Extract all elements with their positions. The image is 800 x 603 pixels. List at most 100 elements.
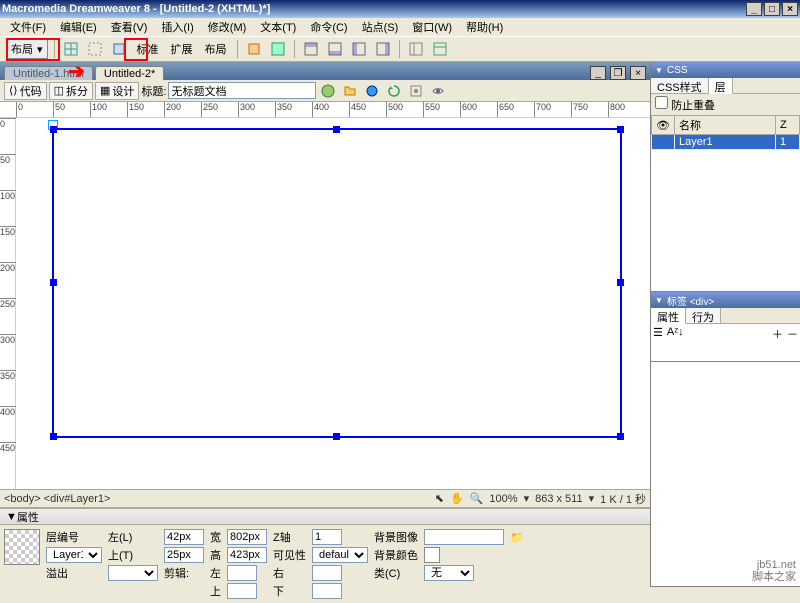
visual-aids-icon[interactable] xyxy=(428,81,448,101)
ruler-vertical: 050100150200250300350400450 xyxy=(0,118,16,489)
table-icon[interactable] xyxy=(61,39,81,59)
document-tabs: Untitled-1.html Untitled-2* _ ❐ × xyxy=(0,62,650,80)
tag-selector[interactable]: <body> <div#Layer1> xyxy=(4,493,110,505)
chevron-down-icon: ▾ xyxy=(37,43,43,56)
bgcolor-swatch[interactable] xyxy=(424,547,440,563)
minimize-button[interactable]: _ xyxy=(746,2,762,16)
col-z[interactable]: Z xyxy=(776,116,800,135)
left-input[interactable] xyxy=(164,529,204,545)
code-view-button[interactable]: ⟨⟩代码 xyxy=(4,82,47,100)
clip-top-input[interactable] xyxy=(227,583,257,599)
cell-icon[interactable] xyxy=(244,39,264,59)
prevent-overlap-checkbox[interactable]: 防止重叠 xyxy=(655,100,715,112)
title-label: 标题: xyxy=(141,83,166,99)
class-label: 类(C) xyxy=(374,565,418,581)
resize-handle-nw[interactable] xyxy=(50,126,57,133)
eye-column-icon[interactable]: 👁 xyxy=(652,116,675,135)
design-canvas[interactable] xyxy=(16,118,650,489)
row-bottom-icon[interactable] xyxy=(325,39,345,59)
mode-layout[interactable]: 布局 xyxy=(201,40,231,58)
layer-icon[interactable] xyxy=(109,39,129,59)
menubar: 文件(F) 编辑(E) 查看(V) 插入(I) 修改(M) 文本(T) 命令(C… xyxy=(0,18,800,36)
tab-attributes[interactable]: 属性 xyxy=(651,308,686,324)
vis-select[interactable]: default xyxy=(312,547,368,563)
tabular-icon[interactable] xyxy=(430,39,450,59)
layer-id-select[interactable]: Layer1 xyxy=(46,547,102,563)
div-icon[interactable] xyxy=(85,39,105,59)
doc-minimize[interactable]: _ xyxy=(590,66,606,80)
tab-css-styles[interactable]: CSS样式 xyxy=(651,78,709,93)
col-name[interactable]: 名称 xyxy=(674,116,775,135)
resize-handle-w[interactable] xyxy=(50,279,57,286)
properties-header[interactable]: ▼ 属性 xyxy=(0,509,650,525)
maximize-button[interactable]: □ xyxy=(764,2,780,16)
bgimg-label: 背景图像 xyxy=(374,529,418,545)
insert-category-dropdown[interactable]: 布局 ▾ xyxy=(6,39,48,59)
refresh-icon[interactable] xyxy=(384,81,404,101)
preview-icon[interactable] xyxy=(362,81,382,101)
col-right-icon[interactable] xyxy=(373,39,393,59)
menu-site[interactable]: 站点(S) xyxy=(356,18,405,36)
doc-close[interactable]: × xyxy=(630,66,646,80)
overflow-select[interactable] xyxy=(108,565,158,581)
width-input[interactable] xyxy=(227,529,267,545)
split-view-button[interactable]: ◫拆分 xyxy=(49,82,93,100)
zoom-tool-icon[interactable]: 🔍 xyxy=(470,492,484,505)
tag-panel-header[interactable]: 标签 <div> xyxy=(651,292,800,308)
remove-attr-icon[interactable]: － xyxy=(787,326,798,359)
menu-commands[interactable]: 命令(C) xyxy=(304,18,353,36)
menu-file[interactable]: 文件(F) xyxy=(4,18,52,36)
menu-text[interactable]: 文本(T) xyxy=(254,18,302,36)
css-panel-header[interactable]: CSS xyxy=(651,62,800,78)
resize-handle-se[interactable] xyxy=(617,433,624,440)
folder-icon[interactable]: 📁 xyxy=(510,531,524,544)
resize-handle-n[interactable] xyxy=(333,126,340,133)
clip-bottom-input[interactable] xyxy=(312,583,342,599)
tab-untitled-2[interactable]: Untitled-2* xyxy=(95,66,164,80)
list-view-icon[interactable]: ☰ xyxy=(653,326,663,359)
ruler-horizontal: 0501001502002503003504004505005506006507… xyxy=(0,102,650,118)
close-button[interactable]: × xyxy=(782,2,798,16)
mode-extended[interactable]: 扩展 xyxy=(167,40,197,58)
clip-right-input[interactable] xyxy=(312,565,342,581)
document-toolbar: ⟨⟩代码 ◫拆分 ▦设计 标题: xyxy=(0,80,650,102)
zoom-level[interactable]: 100% xyxy=(489,493,517,505)
hand-tool-icon[interactable]: ✋ xyxy=(450,492,464,505)
resize-handle-s[interactable] xyxy=(333,433,340,440)
layer1-outline[interactable] xyxy=(52,128,622,438)
category-view-icon[interactable]: Aᶻ↓ xyxy=(667,326,684,359)
bgimg-input[interactable] xyxy=(424,529,504,545)
pointer-tool-icon[interactable]: ⬉ xyxy=(435,492,444,505)
page-title-input[interactable] xyxy=(168,82,316,99)
resize-handle-sw[interactable] xyxy=(50,433,57,440)
class-select[interactable]: 无 xyxy=(424,565,474,581)
menu-modify[interactable]: 修改(M) xyxy=(202,18,253,36)
add-attr-icon[interactable]: ＋ xyxy=(772,326,783,359)
tab-behaviors[interactable]: 行为 xyxy=(686,308,721,323)
clip-left-input[interactable] xyxy=(227,565,257,581)
menu-insert[interactable]: 插入(I) xyxy=(155,18,199,36)
layer-row-layer1[interactable]: Layer11 xyxy=(652,135,800,150)
z-input[interactable] xyxy=(312,529,342,545)
resize-handle-e[interactable] xyxy=(617,279,624,286)
tab-layers[interactable]: 层 xyxy=(709,78,733,94)
row-top-icon[interactable] xyxy=(301,39,321,59)
mode-standard[interactable]: 标准 xyxy=(133,40,163,58)
resize-handle-ne[interactable] xyxy=(617,126,624,133)
window-size[interactable]: 863 x 511 xyxy=(535,493,583,505)
validate-icon[interactable] xyxy=(318,81,338,101)
frame-icon[interactable] xyxy=(406,39,426,59)
col-left-icon[interactable] xyxy=(349,39,369,59)
menu-edit[interactable]: 编辑(E) xyxy=(54,18,103,36)
menu-view[interactable]: 查看(V) xyxy=(105,18,154,36)
view-options-icon[interactable] xyxy=(406,81,426,101)
doc-restore[interactable]: ❐ xyxy=(610,66,626,80)
file-mgmt-icon[interactable] xyxy=(340,81,360,101)
design-view-button[interactable]: ▦设计 xyxy=(95,82,139,100)
menu-window[interactable]: 窗口(W) xyxy=(406,18,458,36)
layout-table-icon[interactable] xyxy=(268,39,288,59)
left-label: 左(L) xyxy=(108,529,158,545)
menu-help[interactable]: 帮助(H) xyxy=(460,18,509,36)
top-input[interactable] xyxy=(164,547,204,563)
height-input[interactable] xyxy=(227,547,267,563)
